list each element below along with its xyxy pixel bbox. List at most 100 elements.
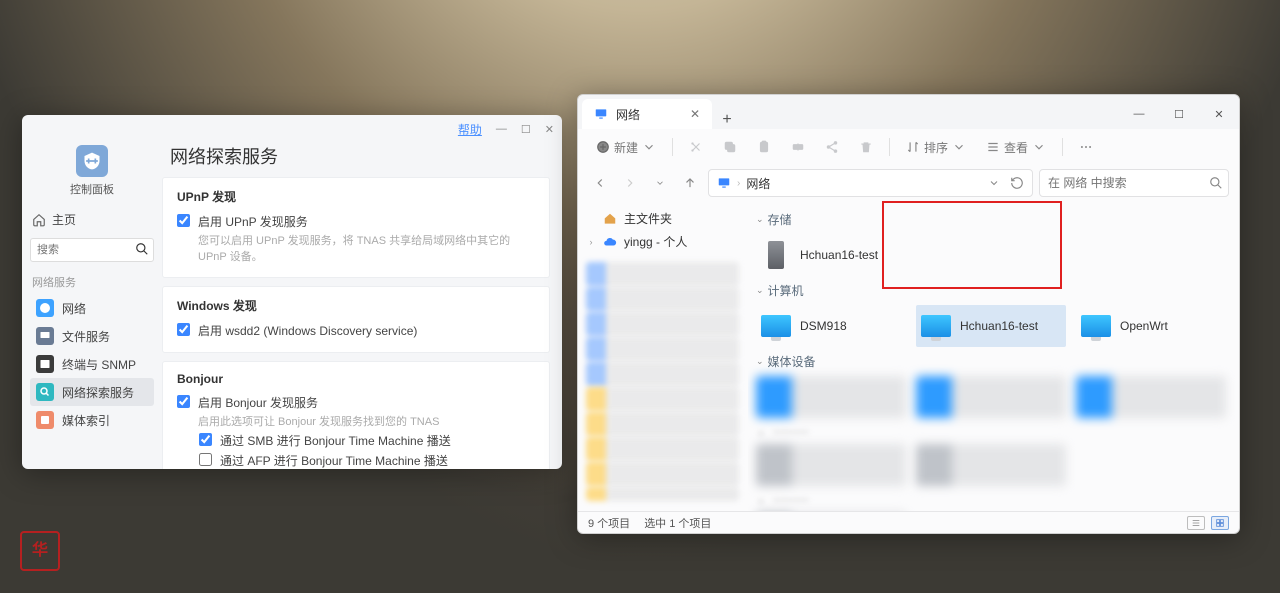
- cloud-icon: [602, 234, 618, 250]
- group-blurred: ⌄ ———: [756, 492, 1231, 506]
- view-tiles-button[interactable]: [1211, 516, 1229, 530]
- network-icon: [717, 176, 731, 190]
- more-button[interactable]: [1071, 133, 1101, 161]
- command-bar: 新建 排序 查看: [578, 129, 1239, 165]
- sidebar-home[interactable]: 主页: [30, 207, 154, 232]
- content-pane: ⌄存储 Hchuan16-test ⌄计算机 DSM918 Hchuan16-t…: [748, 201, 1239, 511]
- nav-label: 主文件夹: [624, 210, 672, 227]
- search-input[interactable]: [1048, 176, 1203, 190]
- sidebar-item-network-discovery[interactable]: 网络探索服务: [30, 378, 154, 406]
- checkbox-bonjour-enable[interactable]: 启用 Bonjour 发现服务 启用此选项可让 Bonjour 发现服务找到您的…: [177, 394, 535, 429]
- checkbox-bonjour-afp[interactable]: 通过 AFP 进行 Bonjour Time Machine 播送: [199, 452, 535, 469]
- checkbox-wsdd2-enable[interactable]: 启用 wsdd2 (Windows Discovery service): [177, 322, 535, 339]
- close-button[interactable]: ✕: [1199, 99, 1239, 129]
- app-logo-icon: [76, 145, 108, 177]
- sidebar-item-terminal-snmp[interactable]: 终端与 SNMP: [30, 350, 154, 378]
- cut-button[interactable]: [681, 133, 711, 161]
- delete-button[interactable]: [851, 133, 881, 161]
- nav-forward-button[interactable]: [618, 169, 642, 197]
- group-label: 计算机: [768, 282, 804, 299]
- card-title: UPnP 发现: [177, 188, 535, 205]
- new-button[interactable]: 新建: [588, 133, 664, 161]
- chevron-down-icon: [952, 140, 966, 154]
- device-blurred: [916, 376, 1066, 418]
- device-dsm918[interactable]: DSM918: [756, 305, 906, 347]
- checkbox-input[interactable]: [177, 395, 190, 408]
- rename-button[interactable]: [783, 133, 813, 161]
- copy-button[interactable]: [715, 133, 745, 161]
- home-icon: [32, 213, 46, 227]
- device-hchuan16-test[interactable]: Hchuan16-test: [916, 305, 1066, 347]
- address-segment[interactable]: 网络: [746, 175, 770, 192]
- device-blurred: [1076, 376, 1226, 418]
- checkbox-input[interactable]: [199, 453, 212, 466]
- sidebar-item-label: 网络探索服务: [62, 384, 134, 401]
- maximize-button[interactable]: ☐: [521, 123, 531, 136]
- checkbox-input[interactable]: [199, 433, 212, 446]
- nav-up-button[interactable]: [678, 169, 702, 197]
- share-button[interactable]: [817, 133, 847, 161]
- view-button[interactable]: 查看: [978, 133, 1054, 161]
- file-explorer-window: 网络 ✕ + — ☐ ✕ 新建 排序 查看: [577, 94, 1240, 534]
- group-media-devices[interactable]: ⌄媒体设备: [756, 353, 1231, 370]
- device-blurred: [916, 444, 1066, 486]
- device-blurred: [756, 444, 906, 486]
- card-title: Windows 发现: [177, 297, 535, 314]
- sidebar-item-media-index[interactable]: 媒体索引: [30, 406, 154, 434]
- nav-item-blurred: [586, 412, 739, 436]
- address-bar[interactable]: › 网络: [708, 169, 1033, 197]
- page-title: 网络探索服务: [170, 143, 550, 169]
- checkbox-input[interactable]: [177, 214, 190, 227]
- group-storage[interactable]: ⌄存储: [756, 211, 1231, 228]
- nav-recent-button[interactable]: [648, 169, 672, 197]
- search-icon[interactable]: [1209, 176, 1223, 190]
- nav-label: yingg - 个人: [624, 233, 687, 250]
- refresh-button[interactable]: [1010, 176, 1024, 190]
- device-openwrt[interactable]: OpenWrt: [1076, 305, 1226, 347]
- terminal-icon: [36, 355, 54, 373]
- checkbox-bonjour-smb[interactable]: 通过 SMB 进行 Bonjour Time Machine 播送: [199, 432, 535, 449]
- group-computer[interactable]: ⌄计算机: [756, 282, 1231, 299]
- view-label: 查看: [1004, 139, 1028, 156]
- tab-network[interactable]: 网络 ✕: [582, 99, 712, 129]
- checkbox-label: 通过 AFP 进行 Bonjour Time Machine 播送: [220, 452, 448, 469]
- checkbox-description: 启用此选项可让 Bonjour 发现服务找到您的 TNAS: [198, 413, 439, 429]
- app-title: 控制面板: [30, 181, 154, 197]
- view-details-button[interactable]: [1187, 516, 1205, 530]
- sidebar-search: [30, 238, 154, 262]
- minimize-button[interactable]: —: [1119, 99, 1159, 129]
- sidebar-item-label: 文件服务: [62, 328, 110, 345]
- device-storage-hchuan16[interactable]: Hchuan16-test: [756, 234, 906, 276]
- sort-button[interactable]: 排序: [898, 133, 974, 161]
- nav-onedrive[interactable]: › yingg - 个人: [582, 230, 743, 253]
- close-tab-icon[interactable]: ✕: [690, 107, 700, 121]
- help-link[interactable]: 帮助: [458, 121, 482, 138]
- navigation-pane: 主文件夹 › yingg - 个人: [578, 201, 748, 511]
- nav-home[interactable]: 主文件夹: [582, 207, 743, 230]
- search-icon[interactable]: [135, 242, 149, 256]
- minimize-button[interactable]: —: [496, 123, 507, 135]
- main-panel: 网络探索服务 UPnP 发现 启用 UPnP 发现服务 您可以启用 UPnP 发…: [162, 143, 562, 469]
- card-title: Bonjour: [177, 372, 535, 386]
- device-label: Hchuan16-test: [960, 319, 1038, 333]
- sidebar-item-network[interactable]: 网络: [30, 294, 154, 322]
- chevron-down-icon: [1032, 140, 1046, 154]
- sidebar-item-file-services[interactable]: 文件服务: [30, 322, 154, 350]
- sidebar-item-label: 终端与 SNMP: [62, 356, 136, 373]
- monitor-icon: [1080, 310, 1112, 342]
- checkbox-input[interactable]: [177, 323, 190, 336]
- nav-back-button[interactable]: [588, 169, 612, 197]
- globe-icon: [36, 299, 54, 317]
- search-box: [1039, 169, 1229, 197]
- paste-button[interactable]: [749, 133, 779, 161]
- nav-item-blurred: [586, 362, 739, 386]
- checkbox-upnp-enable[interactable]: 启用 UPnP 发现服务 您可以启用 UPnP 发现服务，将 TNAS 共享给局…: [177, 213, 535, 264]
- new-tab-button[interactable]: +: [712, 111, 742, 129]
- dropdown-icon[interactable]: [988, 177, 1000, 189]
- close-button[interactable]: ✕: [545, 123, 554, 136]
- network-icon: [594, 107, 608, 121]
- maximize-button[interactable]: ☐: [1159, 99, 1199, 129]
- status-bar: 9 个项目 选中 1 个项目: [578, 511, 1239, 533]
- titlebar: 帮助 — ☐ ✕: [22, 115, 562, 143]
- card-windows-discovery: Windows 发现 启用 wsdd2 (Windows Discovery s…: [162, 286, 550, 353]
